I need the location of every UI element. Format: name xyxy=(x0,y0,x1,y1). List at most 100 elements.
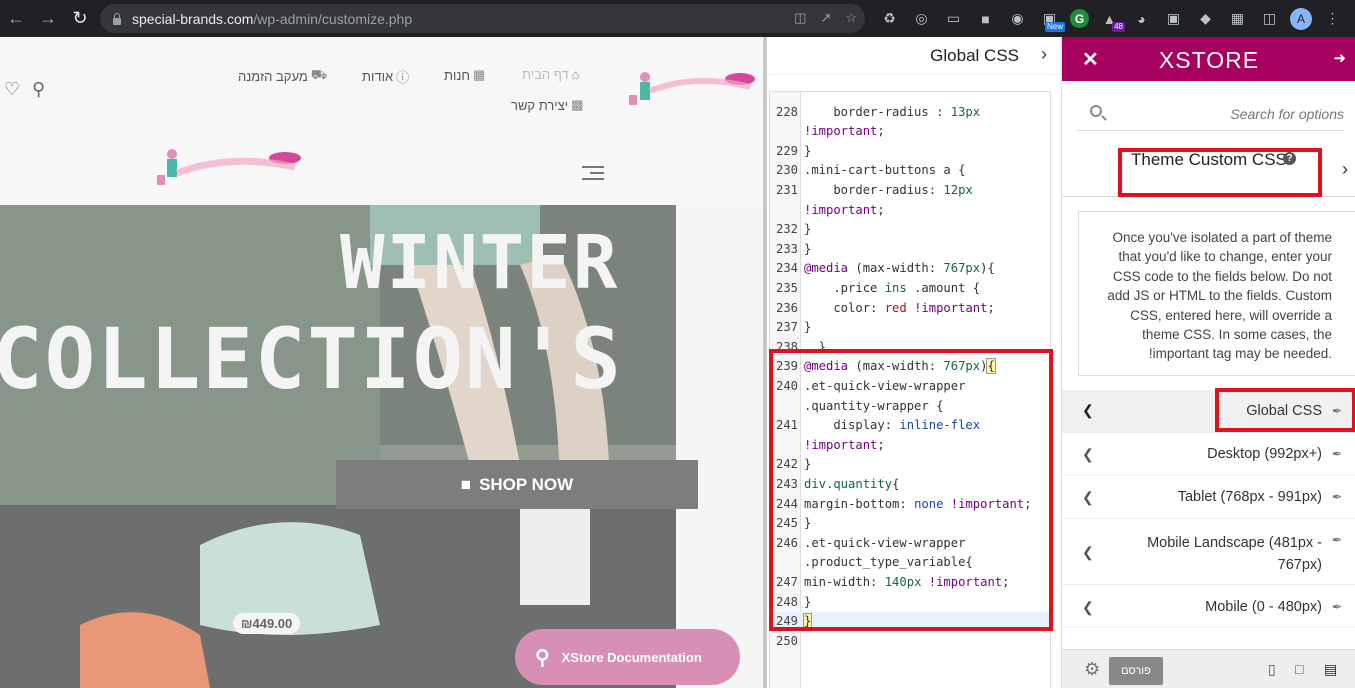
code-line[interactable]: 240 .et-quick-view-wrapper xyxy=(770,377,1050,397)
gear-icon[interactable]: ⚙ xyxy=(1084,659,1100,680)
tablet-device-icon[interactable]: □ xyxy=(1295,661,1303,677)
brand-logo-center[interactable] xyxy=(155,147,305,199)
code-line[interactable]: 243 div.quantity{ xyxy=(770,475,1050,495)
customizer-panel: ✕ XSTORE ➜ Search for options Theme Cust… xyxy=(1061,37,1355,688)
code-line[interactable]: 248} xyxy=(770,593,1050,613)
new-extension-icon[interactable]: ▣ New xyxy=(1038,7,1065,32)
code-line[interactable] xyxy=(770,92,1050,103)
address-bar[interactable]: special-brands.com/wp-admin/customize.ph… xyxy=(100,4,865,33)
code-line[interactable]: 236 color: red !important; xyxy=(770,299,1050,319)
code-line[interactable]: 246 .et-quick-view-wrapper xyxy=(770,534,1050,554)
code-line[interactable]: 239 @media (max-width: 767px){ xyxy=(770,357,1050,377)
forward-icon[interactable]: → xyxy=(32,0,64,37)
menu-label: דף הבית xyxy=(522,67,569,82)
section-header[interactable]: Theme Custom CSS ? › xyxy=(1062,139,1355,197)
chevron-right-icon[interactable]: › xyxy=(1041,44,1047,65)
preview-side-gap xyxy=(676,205,763,688)
code-line[interactable]: 242} xyxy=(770,455,1050,475)
code-text: .et-quick-view-wrapper xyxy=(804,379,966,393)
xstore-documentation-button[interactable]: ⚲ XStore Documentation xyxy=(515,629,740,685)
code-line[interactable]: .quantity-wrapper { xyxy=(770,397,1050,417)
code-line[interactable]: !important; xyxy=(770,122,1050,142)
code-line[interactable]: 230 .mini-cart-buttons a { xyxy=(770,161,1050,181)
help-icon[interactable]: ? xyxy=(1283,152,1296,165)
code-line[interactable]: 232} xyxy=(770,220,1050,240)
camera-extension-icon[interactable]: ◉ xyxy=(1006,7,1029,30)
menu-item-contact[interactable]: ▩ יצירת קשר xyxy=(511,97,583,113)
reload-icon[interactable]: ↻ xyxy=(64,0,96,37)
menu-item-home[interactable]: ⌂ דף הבית xyxy=(522,67,580,82)
cast-extension-icon[interactable]: ▭ xyxy=(942,7,965,30)
lock-icon xyxy=(112,12,122,25)
code-line[interactable]: 250 xyxy=(770,632,1050,652)
code-line[interactable]: 235 .price ins .amount { xyxy=(770,279,1050,299)
line-number: 246 xyxy=(775,535,798,550)
code-line[interactable]: 231 border-radius: 12px xyxy=(770,181,1050,201)
options-search[interactable]: Search for options xyxy=(1076,97,1344,131)
option-mobile[interactable]: ❮ Mobile (0 - 480px) ✒ xyxy=(1062,585,1355,628)
code-line[interactable]: 249} xyxy=(770,612,1050,632)
video-extension-icon[interactable]: ▣ xyxy=(1162,7,1185,30)
option-desktop[interactable]: ❮ Desktop (992px+) ✒ xyxy=(1062,433,1355,476)
counter-extension-icon[interactable]: ▲ 48 xyxy=(1098,7,1125,32)
line-number: 237 xyxy=(775,320,798,335)
menu-item-about[interactable]: ⓘ אודות xyxy=(362,67,409,86)
hamburger-menu-icon[interactable] xyxy=(582,165,604,181)
shop-now-button[interactable]: ■ SHOP NOW xyxy=(336,460,698,509)
chevron-right-icon[interactable]: › xyxy=(1342,159,1348,180)
code-text: !important; xyxy=(804,124,885,139)
option-tablet[interactable]: ❮ Tablet (768px - 991px) ✒ xyxy=(1062,476,1355,519)
code-line[interactable]: 245} xyxy=(770,514,1050,534)
editor-title: Global CSS xyxy=(930,45,1019,65)
menu-item-shop[interactable]: ▦ חנות xyxy=(444,67,485,83)
brush-icon: ✒ xyxy=(1331,600,1342,614)
paint-extension-icon[interactable]: ◆ xyxy=(1194,7,1217,30)
menu-item-order-tracking[interactable]: ⛟ מעקב הזמנה xyxy=(238,67,327,85)
code-line[interactable]: 237} xyxy=(770,318,1050,338)
mobile-device-icon[interactable]: ▯ xyxy=(1268,661,1276,678)
menu-label: חנות xyxy=(444,67,470,83)
menu-label: מעקב הזמנה xyxy=(238,68,308,84)
translate-extension-icon[interactable]: ■ xyxy=(974,7,997,30)
recycle-extension-icon[interactable]: ♻ xyxy=(878,7,901,30)
code-line[interactable]: 229} xyxy=(770,142,1050,162)
grammarly-extension-icon[interactable]: G xyxy=(1070,9,1089,28)
option-mobile-landscape[interactable]: ❮ Mobile Landscape (481px - 767px) ✒ xyxy=(1062,519,1355,585)
code-line[interactable]: 241 display: inline-flex xyxy=(770,416,1050,436)
code-line[interactable]: 233} xyxy=(770,240,1050,260)
desktop-device-icon[interactable]: ▤ xyxy=(1324,661,1337,678)
option-global-css[interactable]: ❮ Global CSS ✒ xyxy=(1062,388,1355,433)
line-number: 233 xyxy=(775,241,798,256)
s-extension-icon[interactable]: ◕ xyxy=(1130,7,1153,30)
code-line[interactable]: 228 border-radius : 13px xyxy=(770,103,1050,123)
search-icon[interactable]: ⚲ xyxy=(32,79,45,100)
puzzle-extensions-icon[interactable]: ▦ xyxy=(1226,7,1249,30)
code-line[interactable]: !important; xyxy=(770,201,1050,221)
side-panel-icon[interactable]: ◫ xyxy=(1258,7,1281,30)
share-icon[interactable]: ↗ xyxy=(820,10,831,26)
wishlist-heart-icon[interactable]: ♡ xyxy=(4,79,20,100)
url-path: /wp-admin/customize.php xyxy=(253,10,413,27)
code-line[interactable]: 247 min-width: 140px !important; xyxy=(770,573,1050,593)
translate-icon[interactable]: ◫ xyxy=(794,10,806,26)
profile-avatar[interactable]: A xyxy=(1290,7,1312,30)
brand-logo[interactable] xyxy=(625,63,760,115)
bookmark-star-icon[interactable]: ☆ xyxy=(845,10,857,26)
back-icon[interactable]: ← xyxy=(0,0,32,37)
code-text: } xyxy=(804,457,812,472)
code-line[interactable]: !important; xyxy=(770,436,1050,456)
globe-extension-icon[interactable]: ◎ xyxy=(910,7,933,30)
screen: ← → ↻ special-brands.com/wp-admin/custom… xyxy=(0,0,1355,688)
line-number: 235 xyxy=(775,281,798,295)
more-menu-icon[interactable]: ⋮ xyxy=(1321,7,1344,30)
code-editor[interactable]: 228 border-radius : 13px !important; 229} 2… xyxy=(769,91,1051,688)
code-line[interactable]: 238 } xyxy=(770,338,1050,358)
code-line[interactable]: .product_type_variable{ xyxy=(770,553,1050,573)
contact-card-icon: ▩ xyxy=(571,97,584,112)
publish-button[interactable]: פורסם xyxy=(1109,657,1163,685)
line-number: 249 xyxy=(775,614,798,629)
code-line[interactable]: 244 margin-bottom: none !important; xyxy=(770,495,1050,515)
code-line[interactable]: 234 @media (max-width: 767px){ xyxy=(770,259,1050,279)
line-number: 241 xyxy=(775,418,798,433)
pin-icon[interactable]: ➜ xyxy=(1333,49,1346,67)
